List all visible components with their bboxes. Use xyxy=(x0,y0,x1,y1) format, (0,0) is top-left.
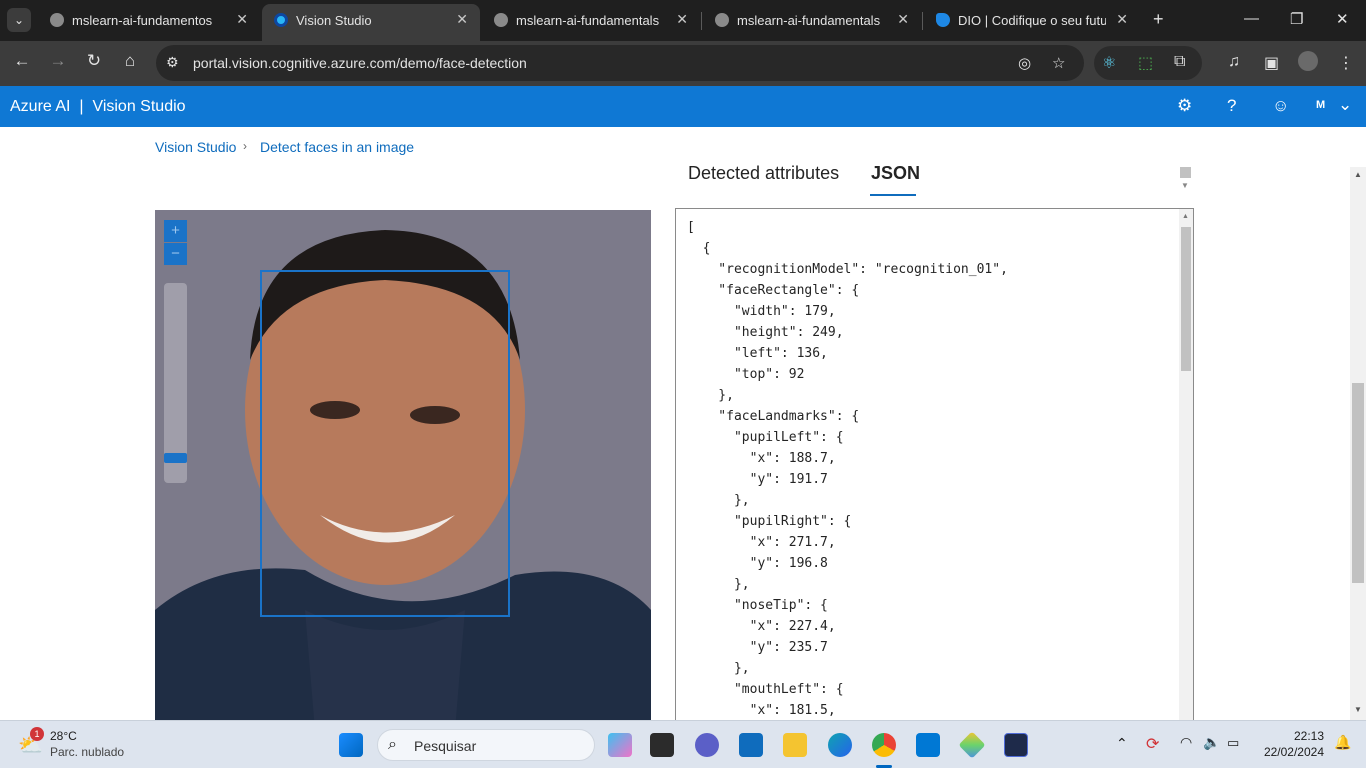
home-icon[interactable]: ⌂ xyxy=(118,51,142,71)
extensions-puzzle-icon[interactable]: ⧉ xyxy=(1174,53,1185,71)
weather-desc: Parc. nublado xyxy=(50,745,125,759)
page-scrollbar[interactable]: ▲ ▼ xyxy=(1350,167,1366,720)
battery-icon[interactable]: ▭ xyxy=(1227,735,1239,751)
search-icon: ⌕ xyxy=(388,736,397,753)
dio-icon xyxy=(936,13,950,27)
chrome-icon[interactable] xyxy=(872,733,896,757)
github-icon xyxy=(715,13,729,27)
tab-separator xyxy=(922,12,923,30)
bookmark-star-icon[interactable]: ☆ xyxy=(1052,54,1065,72)
screenshot-extension-icon[interactable]: ⬚ xyxy=(1138,53,1153,73)
zoom-in-button[interactable]: + xyxy=(164,220,187,242)
app-brand[interactable]: Azure AI | Vision Studio xyxy=(10,98,186,116)
new-tab-icon[interactable]: + xyxy=(1153,9,1164,30)
tab-separator xyxy=(701,12,702,30)
file-explorer-icon[interactable] xyxy=(783,733,807,757)
terminal-app-icon[interactable] xyxy=(1004,733,1028,757)
taskbar-search[interactable]: ⌕ Pesquisar xyxy=(377,729,595,761)
browser-toolbar: ← → ↻ ⌂ ⚙ portal.vision.cognitive.azure.… xyxy=(0,41,1366,86)
detected-face-rectangle xyxy=(260,270,510,617)
chevron-down-icon[interactable]: ▼ xyxy=(1354,705,1362,714)
browser-tab-1[interactable]: mslearn-ai-fundamentos ✕ xyxy=(38,0,260,41)
browser-tab-2[interactable]: Vision Studio ✕ xyxy=(262,4,480,41)
extensions-group: ⚛ ⬚ ⧉ xyxy=(1094,46,1202,80)
app-header: Azure AI | Vision Studio ⚙ ? ☺ M ⌄ xyxy=(0,86,1366,127)
tab-search-button[interactable]: ⌄ xyxy=(7,8,31,32)
github-icon xyxy=(50,13,64,27)
clock-time[interactable]: 22:13 xyxy=(1262,729,1324,743)
page-scroll-thumb[interactable] xyxy=(1352,383,1364,583)
breadcrumb-chevron-icon: › xyxy=(243,139,247,153)
scroll-thumb[interactable] xyxy=(1180,167,1191,178)
browser-tab-strip: ⌄ mslearn-ai-fundamentos ✕ Vision Studio… xyxy=(0,0,1366,41)
zoom-out-button[interactable]: − xyxy=(164,243,187,265)
tab-json[interactable]: JSON xyxy=(871,163,920,184)
breadcrumb-detect-faces[interactable]: Detect faces in an image xyxy=(260,139,414,155)
clock-date[interactable]: 22/02/2024 xyxy=(1250,745,1324,759)
close-tab-icon[interactable]: ✕ xyxy=(676,11,688,28)
browser-tab-4[interactable]: mslearn-ai-fundamentals ✕ xyxy=(703,0,921,41)
volume-icon[interactable]: 🔈 xyxy=(1203,734,1220,751)
notifications-icon[interactable]: 🔔 xyxy=(1334,734,1351,751)
weather-badge: 1 xyxy=(30,727,44,741)
react-devtools-icon[interactable]: ⚛ xyxy=(1102,53,1116,73)
browser-tab-5[interactable]: DIO | Codifique o seu futuro ✕ xyxy=(924,0,1140,41)
json-scroll-thumb[interactable] xyxy=(1181,227,1191,371)
wifi-icon[interactable]: ◠ xyxy=(1180,734,1192,751)
sync-icon[interactable]: ⟳ xyxy=(1146,734,1159,754)
help-icon[interactable]: ? xyxy=(1227,96,1236,116)
reload-icon[interactable]: ↻ xyxy=(82,51,106,71)
image-viewer: + − xyxy=(155,210,651,720)
show-hidden-icons-chevron[interactable]: ⌃ xyxy=(1116,735,1128,752)
chevron-up-icon[interactable]: ▲ xyxy=(1354,170,1362,179)
vscode-icon[interactable] xyxy=(916,733,940,757)
json-output-text: [ { "recognitionModel": "recognition_01"… xyxy=(687,220,1008,718)
edge-icon[interactable] xyxy=(828,733,852,757)
settings-gear-icon[interactable]: ⚙ xyxy=(1177,96,1192,116)
close-tab-icon[interactable]: ✕ xyxy=(1116,11,1128,28)
task-view-icon[interactable] xyxy=(650,733,674,757)
copilot-icon[interactable] xyxy=(608,733,632,757)
breadcrumb-vision-studio[interactable]: Vision Studio xyxy=(155,139,236,155)
active-tab-indicator xyxy=(870,194,916,196)
main-content: Vision Studio › Detect faces in an image… xyxy=(0,127,1366,720)
more-menu-icon[interactable]: ⋮ xyxy=(1338,53,1354,73)
site-info-icon[interactable]: ⚙ xyxy=(166,54,179,71)
forward-icon[interactable]: → xyxy=(46,51,70,71)
close-tab-icon[interactable]: ✕ xyxy=(236,11,248,28)
chevron-up-icon[interactable]: ▲ xyxy=(1182,213,1189,220)
url-text[interactable]: portal.vision.cognitive.azure.com/demo/f… xyxy=(193,55,527,71)
github-icon xyxy=(494,13,508,27)
zoom-slider-thumb[interactable] xyxy=(164,453,187,463)
profile-avatar[interactable] xyxy=(1298,51,1318,71)
side-panel-icon[interactable]: ▣ xyxy=(1264,53,1279,73)
vision-studio-icon xyxy=(274,13,288,27)
json-scrollbar[interactable]: ▲ xyxy=(1179,209,1193,720)
media-controls-icon[interactable]: ♫ xyxy=(1228,53,1240,71)
feedback-smiley-icon[interactable]: ☺ xyxy=(1272,96,1289,116)
back-icon[interactable]: ← xyxy=(10,51,34,71)
teams-icon[interactable] xyxy=(695,733,719,757)
json-output-panel[interactable]: [ { "recognitionModel": "recognition_01"… xyxy=(675,208,1194,720)
windows-start-icon[interactable] xyxy=(339,733,363,757)
close-tab-icon[interactable]: ✕ xyxy=(456,11,468,28)
close-window-icon[interactable]: ✕ xyxy=(1336,10,1349,28)
minimize-icon[interactable]: — xyxy=(1244,10,1259,27)
close-tab-icon[interactable]: ✕ xyxy=(897,11,909,28)
browser-tab-3[interactable]: mslearn-ai-fundamentals ✕ xyxy=(482,0,700,41)
address-bar[interactable]: ⚙ portal.vision.cognitive.azure.com/demo… xyxy=(156,45,1084,81)
chevron-down-icon[interactable]: ▼ xyxy=(1181,181,1189,190)
eye-slash-icon[interactable]: ◎ xyxy=(1018,54,1031,72)
restore-icon[interactable]: ❐ xyxy=(1290,10,1303,28)
weather-temp: 28°C xyxy=(50,729,77,743)
chevron-down-icon[interactable]: ⌄ xyxy=(1338,95,1352,115)
tab-detected-attributes[interactable]: Detected attributes xyxy=(688,163,839,184)
gemini-app-icon[interactable] xyxy=(958,731,986,759)
windows-taskbar: ⛅ 1 28°C Parc. nublado ⌕ Pesquisar ⌃ ⟳ ◠… xyxy=(0,720,1366,768)
user-avatar[interactable]: M xyxy=(1316,99,1325,111)
zoom-slider[interactable] xyxy=(164,283,187,483)
tabs-scrollbar[interactable]: ▼ xyxy=(1178,167,1193,193)
microsoft-store-icon[interactable] xyxy=(739,733,763,757)
